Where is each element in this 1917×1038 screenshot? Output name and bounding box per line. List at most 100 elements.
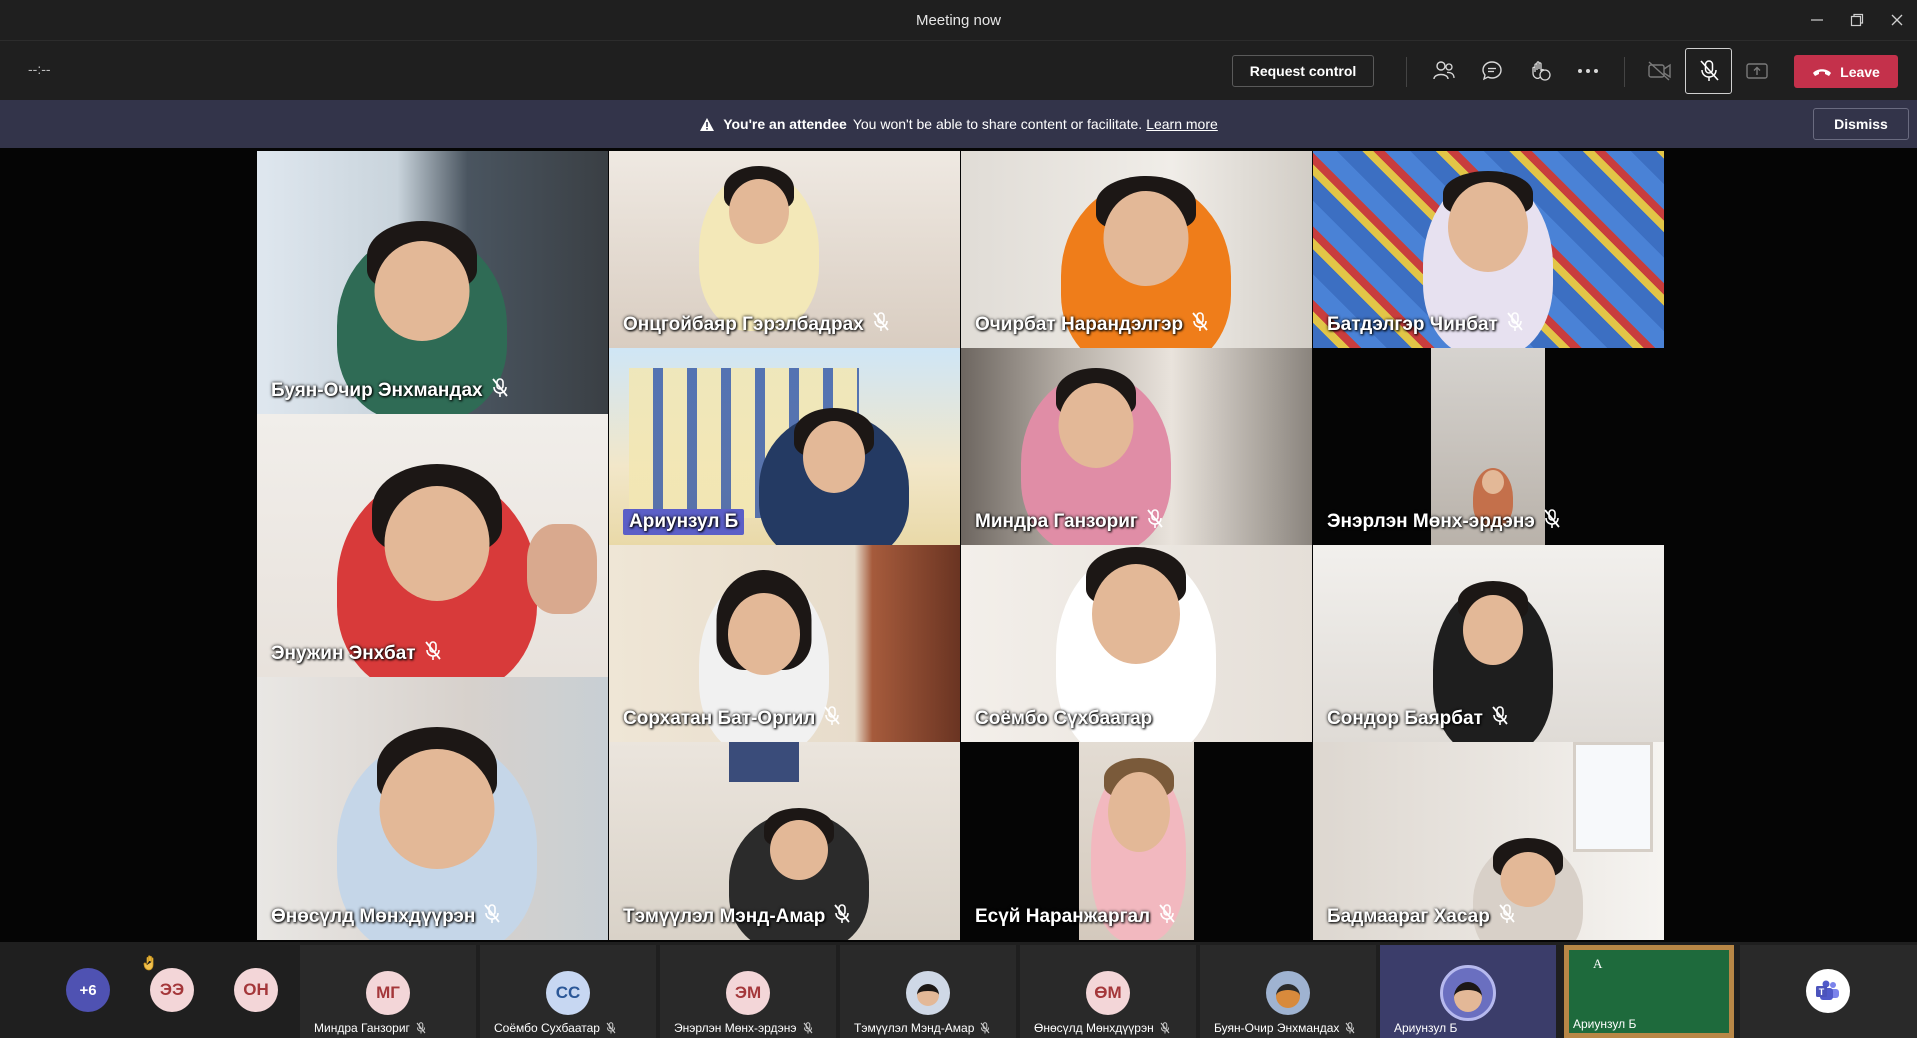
dismiss-button[interactable]: Dismiss (1813, 108, 1909, 140)
chat-button[interactable] (1472, 51, 1512, 91)
participants-button[interactable] (1424, 51, 1464, 91)
request-control-button[interactable]: Request control (1232, 55, 1374, 87)
roster-name: Өнөсүлд Мөнхдүүрэн (1034, 1021, 1170, 1035)
participant-name: Энэрлэн Мөнх-эрдэнэ (1327, 509, 1561, 535)
microphone-button[interactable] (1685, 48, 1732, 94)
video-tile[interactable]: Ариунзул Б (609, 348, 960, 545)
roster-avatar: ЭМ (726, 971, 770, 1015)
mic-off-icon (1159, 904, 1175, 923)
leave-label: Leave (1840, 63, 1880, 80)
video-tile[interactable]: Очирбат Нарандэлгэр (961, 151, 1312, 348)
roster-tile[interactable]: МГ Миндра Ганзориг (300, 945, 476, 1038)
participant-name: Очирбат Нарандэлгэр (975, 312, 1209, 338)
toolbar-divider (1624, 57, 1625, 87)
mic-off-icon (1192, 312, 1208, 331)
minimize-button[interactable] (1797, 0, 1837, 40)
toolbar-divider (1406, 57, 1407, 87)
window-frame (1573, 742, 1653, 852)
video-tile[interactable]: Бадмаараг Хасар (1313, 742, 1664, 940)
video-tile[interactable]: Энужин Энхбат (257, 414, 608, 677)
roster-avatar[interactable]: ОН (234, 968, 278, 1012)
mic-off-icon (980, 1022, 990, 1034)
meeting-toolbar: --:-- Request control Leave (0, 40, 1917, 100)
participant-name: Өнөсүлд Мөнхдүүрэн (271, 904, 501, 930)
roster-name: Соёмбо Сухбаатар (494, 1021, 616, 1035)
roster-tile[interactable]: ЭМ Энэрлэн Мөнх-эрдэнэ (660, 945, 836, 1038)
participant-name: Онцгойбаяр Гэрэлбадрах (623, 312, 890, 338)
share-content-button[interactable] (1737, 51, 1777, 91)
mic-off-icon (873, 312, 889, 331)
roster-tile-speaking[interactable]: Ариунзул Б (1380, 945, 1556, 1038)
restore-button[interactable] (1837, 0, 1877, 40)
video-tile[interactable]: Энэрлэн Мөнх-эрдэнэ (1313, 348, 1664, 545)
mic-off-icon (1544, 509, 1560, 528)
roster-avatar[interactable]: ЭЭ (150, 968, 194, 1012)
attendee-banner: You're an attendee You won't be able to … (0, 100, 1917, 148)
video-tile[interactable]: Буян-Очир Энхмандах (257, 151, 608, 414)
window-controls (1797, 0, 1917, 40)
close-icon (1891, 14, 1903, 26)
waving-hand (527, 524, 597, 614)
chat-icon (1482, 61, 1502, 81)
learn-more-link[interactable]: Learn more (1146, 116, 1218, 132)
participant-name: Сорхатан Бат-Оргил (623, 706, 841, 732)
roster-name: Буян-Очир Энхмандах (1214, 1021, 1355, 1035)
leave-button[interactable]: Leave (1794, 55, 1898, 88)
roster-name: Миндра Ганзориг (314, 1021, 426, 1035)
mic-off-icon (1160, 1022, 1170, 1034)
banner-title: You're an attendee (723, 116, 847, 132)
roster-tile[interactable]: Буян-Очир Энхмандах (1200, 945, 1376, 1038)
roster-name: Энэрлэн Мөнх-эрдэнэ (674, 1021, 813, 1035)
participant-name: Бадмаараг Хасар (1327, 904, 1516, 930)
chalkboard-letter: A (1593, 956, 1603, 971)
shared-content-thumbnail[interactable]: A Ариунзул Б (1564, 945, 1734, 1038)
mic-off-icon (1507, 312, 1523, 331)
video-tile[interactable]: Тэмүүлэл Мэнд-Амар (609, 742, 960, 940)
mic-off-icon (1499, 904, 1515, 923)
roster-tile[interactable]: СС Соёмбо Сухбаатар (480, 945, 656, 1038)
title-bar: Meeting now (0, 0, 1917, 40)
warning-icon (700, 117, 715, 131)
video-tile[interactable]: Өнөсүлд Мөнхдүүрэн (257, 677, 608, 940)
video-tile[interactable]: Батдэлгэр Чинбат (1313, 151, 1664, 348)
overflow-participants-button[interactable]: +6 (66, 968, 110, 1012)
reactions-icon (1532, 61, 1551, 81)
roster-avatar: ӨМ (1086, 971, 1130, 1015)
video-tile[interactable]: Есүй Наранжаргал (961, 742, 1312, 940)
mic-off-icon (424, 641, 441, 660)
self-view-tile[interactable]: T (1740, 945, 1917, 1038)
people-icon (1433, 61, 1455, 80)
participant-name: Есүй Наранжаргал (975, 904, 1176, 930)
roster-tile[interactable]: Тэмүүлэл Мэнд-Амар (840, 945, 1016, 1038)
roster-avatar-photo (1266, 971, 1310, 1015)
close-window-button[interactable] (1877, 0, 1917, 40)
phone-icon (1813, 68, 1832, 76)
more-icon (1578, 69, 1598, 73)
camera-button[interactable] (1640, 51, 1680, 91)
wall-painting (729, 742, 799, 782)
participant-name: Миндра Ганзориг (975, 509, 1164, 535)
video-tile[interactable]: Соёмбо Сүхбаатар (961, 545, 1312, 742)
roster-avatar: СС (546, 971, 590, 1015)
video-stage: Буян-Очир Энхмандах Энужин Энхбат Өнөсүл… (0, 148, 1917, 942)
participant-name: Тэмүүлэл Мэнд-Амар (623, 904, 851, 930)
video-grid: Буян-Очир Энхмандах Энужин Энхбат Өнөсүл… (257, 151, 1664, 940)
participant-name: Сондор Баярбат (1327, 706, 1509, 732)
video-tile[interactable]: Сорхатан Бат-Оргил (609, 545, 960, 742)
mic-off-icon (1492, 706, 1508, 725)
mic-off-icon (1345, 1022, 1355, 1034)
video-tile[interactable]: Миндра Ганзориг (961, 348, 1312, 545)
roster-tile[interactable]: ӨМ Өнөсүлд Мөнхдүүрэн (1020, 945, 1196, 1038)
camera-off-icon (1648, 61, 1671, 81)
window-title: Meeting now (915, 11, 1002, 29)
mic-off-icon (484, 904, 501, 923)
svg-text:T: T (1819, 987, 1825, 997)
banner-message: You won't be able to share content or fa… (852, 116, 1143, 132)
roster-name: Ариунзул Б (1394, 1021, 1458, 1035)
mic-off-icon (834, 904, 851, 923)
video-tile[interactable]: Онцгойбаяр Гэрэлбадрах (609, 151, 960, 348)
video-tile[interactable]: Сондор Баярбат (1313, 545, 1664, 742)
reactions-button[interactable] (1520, 51, 1560, 91)
mic-off-icon (1699, 60, 1719, 81)
more-actions-button[interactable] (1568, 51, 1608, 91)
